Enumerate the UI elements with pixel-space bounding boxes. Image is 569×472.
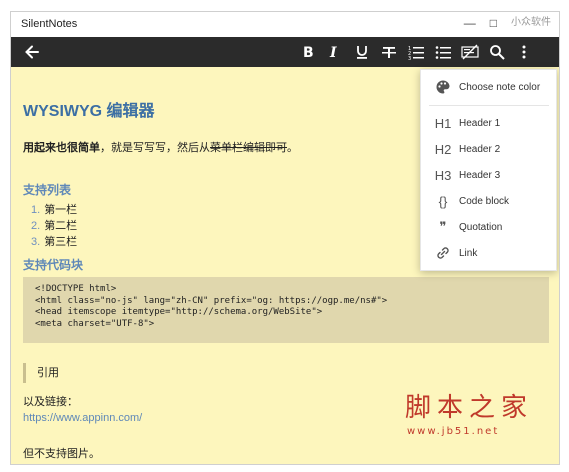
intro-paragraph: 用起来也很简单，就是写写写，然后从菜单栏编辑即可。 [23,139,298,155]
editor-toolbar: B I 123 [11,37,559,67]
window-controls: — □ 小众软件 [464,15,551,31]
format-menu: Choose note color H1 Header 1 H2 Header … [420,69,557,271]
menu-item-label: Choose note color [459,81,541,93]
h1-icon: H1 [434,115,452,131]
menu-divider [429,105,549,106]
maximize-button[interactable]: □ [490,15,497,31]
list-number: 1. [31,204,41,216]
menu-item-quotation[interactable]: ❞ Quotation [421,216,556,238]
appinn-link[interactable]: https://www.appinn.com/ [23,412,142,424]
numbered-list-icon[interactable]: 123 [407,43,425,61]
title-bar: SilentNotes — □ 小众软件 [11,12,559,37]
menu-item-code-block[interactable]: {} Code block [421,190,556,212]
code-block-icon: {} [438,193,448,209]
list-number: 3. [31,236,41,248]
menu-item-label: Header 1 [459,117,501,129]
footer-text: 但不支持图片。 [23,448,100,460]
svg-text:B: B [303,45,314,60]
menu-item-header-3[interactable]: H3 Header 3 [421,164,556,186]
intro-bold-text: 用起来也很简单 [23,142,100,154]
palette-icon [433,79,453,95]
bold-icon[interactable]: B [299,43,317,61]
underline-icon[interactable] [353,43,371,61]
code-heading: 支持代码块 [23,258,84,272]
menu-item-label: Header 3 [459,169,501,181]
link-intro-text: 以及链接： [23,396,78,408]
menu-item-label: Header 2 [459,143,501,155]
watermark-url: www.jb51.net [407,426,500,437]
code-line: <meta charset="UTF-8"> [35,318,155,329]
quote-icon: ❞ [439,219,447,234]
quotation: 引用 [23,363,59,383]
list-number: 2. [31,220,41,232]
code-line: <head itemscope itemtype="http://schema.… [35,307,323,317]
list-item: 1. 第一栏 [31,201,77,217]
link-icon [433,245,453,261]
watermark-chinese: 脚本之家 [405,393,534,423]
site-watermark: 脚本之家 www.jb51.net [405,387,533,437]
watermark-top-text: 小众软件 [511,17,551,28]
app-title: SilentNotes [21,18,78,30]
list-text: 第二栏 [44,220,78,232]
list-item: 3. 第三栏 [31,233,77,249]
clear-format-icon[interactable] [461,43,479,61]
intro-mid-text: ，就是写写写，然后从 [100,142,210,154]
code-line: <!DOCTYPE html> [35,284,117,294]
italic-icon[interactable]: I [326,43,344,61]
menu-item-label: Link [459,247,478,259]
back-arrow-icon[interactable] [23,43,41,61]
menu-item-label: Code block [459,195,510,207]
code-line: <html class="no-js" lang="zh-CN" prefix=… [35,295,388,306]
h3-icon: H3 [434,167,452,183]
menu-item-label: Quotation [459,221,503,233]
intro-strike-text: 菜单栏编辑即可 [210,142,287,154]
code-block: <!DOCTYPE html> <html class="no-js" lang… [23,277,549,343]
list-item: 2. 第二栏 [31,217,77,233]
strikethrough-icon[interactable] [380,43,398,61]
svg-text:3: 3 [408,56,411,60]
menu-item-header-1[interactable]: H1 Header 1 [421,112,556,134]
list-text: 第一栏 [44,204,78,216]
bulleted-list-icon[interactable] [434,43,452,61]
note-heading: WYSIWYG 编辑器 [23,103,155,120]
menu-item-choose-note-color[interactable]: Choose note color [421,76,556,98]
search-icon[interactable] [488,43,506,61]
intro-end-text: 。 [287,142,298,154]
menu-item-header-2[interactable]: H2 Header 2 [421,138,556,160]
svg-text:I: I [329,45,337,60]
h2-icon: H2 [434,141,452,157]
more-icon[interactable] [515,43,533,61]
minimize-button[interactable]: — [464,15,476,31]
menu-item-link[interactable]: Link [421,242,556,264]
list-heading: 支持列表 [23,183,72,197]
list-text: 第三栏 [44,236,78,248]
